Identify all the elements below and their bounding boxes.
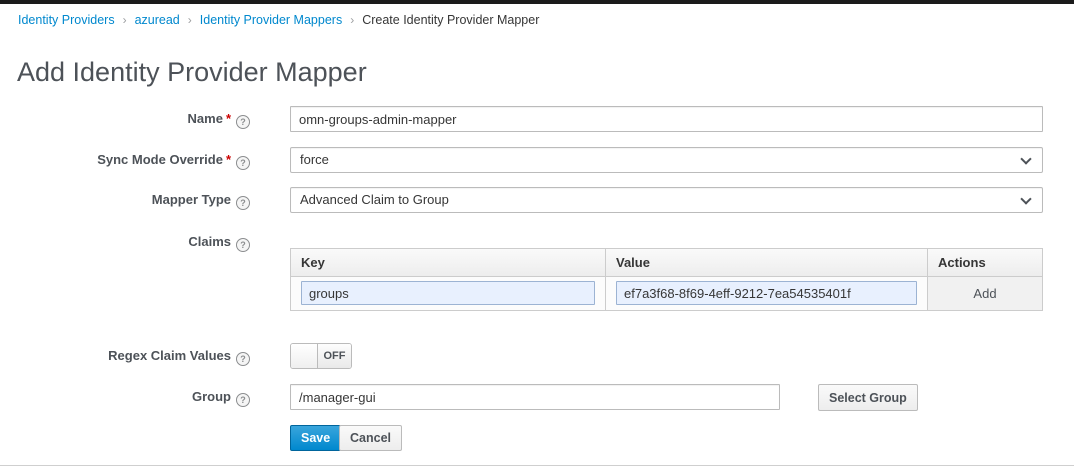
claims-actions-cell: Add [927,277,1042,310]
sync-mode-override-label-text: Sync Mode Override [97,152,223,167]
add-identity-provider-mapper-page: Identity Providers › azuread › Identity Prov… [0,0,1074,466]
toggle-off-label: OFF [318,344,351,368]
mapper-type-label: Mapper Type? [0,187,250,213]
chevron-down-icon [1020,193,1032,205]
chevron-right-icon: › [187,13,192,27]
help-icon[interactable]: ? [236,238,250,252]
claim-value-input[interactable] [616,281,917,305]
mapper-type-select[interactable]: Advanced Claim to Group [290,187,1043,213]
help-icon[interactable]: ? [236,115,250,129]
claims-key-header: Key [291,249,605,277]
claim-key-input[interactable] [301,281,595,305]
breadcrumb-link-identity-providers[interactable]: Identity Providers [18,13,115,27]
claims-table: Key Value Actions Add [290,248,1043,311]
breadcrumb-link-azuread[interactable]: azuread [135,13,180,27]
cancel-button[interactable]: Cancel [339,425,402,451]
chevron-right-icon: › [122,13,127,27]
name-label: Name *? [0,106,250,132]
help-icon[interactable]: ? [236,196,250,210]
regex-claim-values-toggle[interactable]: OFF [290,343,352,369]
select-group-button[interactable]: Select Group [818,384,918,411]
sync-mode-override-selected-value: force [300,152,329,167]
breadcrumb-link-identity-provider-mappers[interactable]: Identity Provider Mappers [200,13,342,27]
name-input[interactable] [290,106,1043,132]
help-icon[interactable]: ? [236,352,250,366]
group-label-text: Group [192,389,231,404]
chevron-down-icon [1020,153,1032,165]
claims-table-header: Key Value Actions [291,249,1042,277]
group-label: Group? [0,384,250,410]
sync-mode-override-select[interactable]: force [290,147,1043,173]
help-icon[interactable]: ? [236,393,250,407]
chevron-right-icon: › [350,13,355,27]
add-claim-button[interactable]: Add [973,286,996,301]
claims-key-cell [291,277,605,310]
required-asterisk: * [225,152,231,167]
mapper-type-selected-value: Advanced Claim to Group [300,192,449,207]
claims-value-header: Value [605,249,927,277]
sync-mode-override-label: Sync Mode Override *? [0,147,250,173]
required-asterisk: * [225,111,231,126]
help-icon[interactable]: ? [236,156,250,170]
breadcrumb: Identity Providers › azuread › Identity Prov… [18,13,539,27]
top-border [0,0,1074,4]
group-input[interactable] [290,384,780,410]
claims-label: Claims? [0,229,250,255]
regex-claim-values-label: Regex Claim Values? [0,343,250,369]
claims-table-row: Add [291,277,1042,310]
regex-claim-values-label-text: Regex Claim Values [108,348,231,363]
mapper-type-label-text: Mapper Type [151,192,231,207]
claims-value-cell [605,277,927,310]
toggle-handle [291,344,318,368]
breadcrumb-current: Create Identity Provider Mapper [362,13,540,27]
page-title: Add Identity Provider Mapper [17,57,367,87]
claims-label-text: Claims [188,234,231,249]
name-label-text: Name [187,111,223,126]
save-button[interactable]: Save [290,425,342,451]
claims-actions-header: Actions [927,249,1042,277]
